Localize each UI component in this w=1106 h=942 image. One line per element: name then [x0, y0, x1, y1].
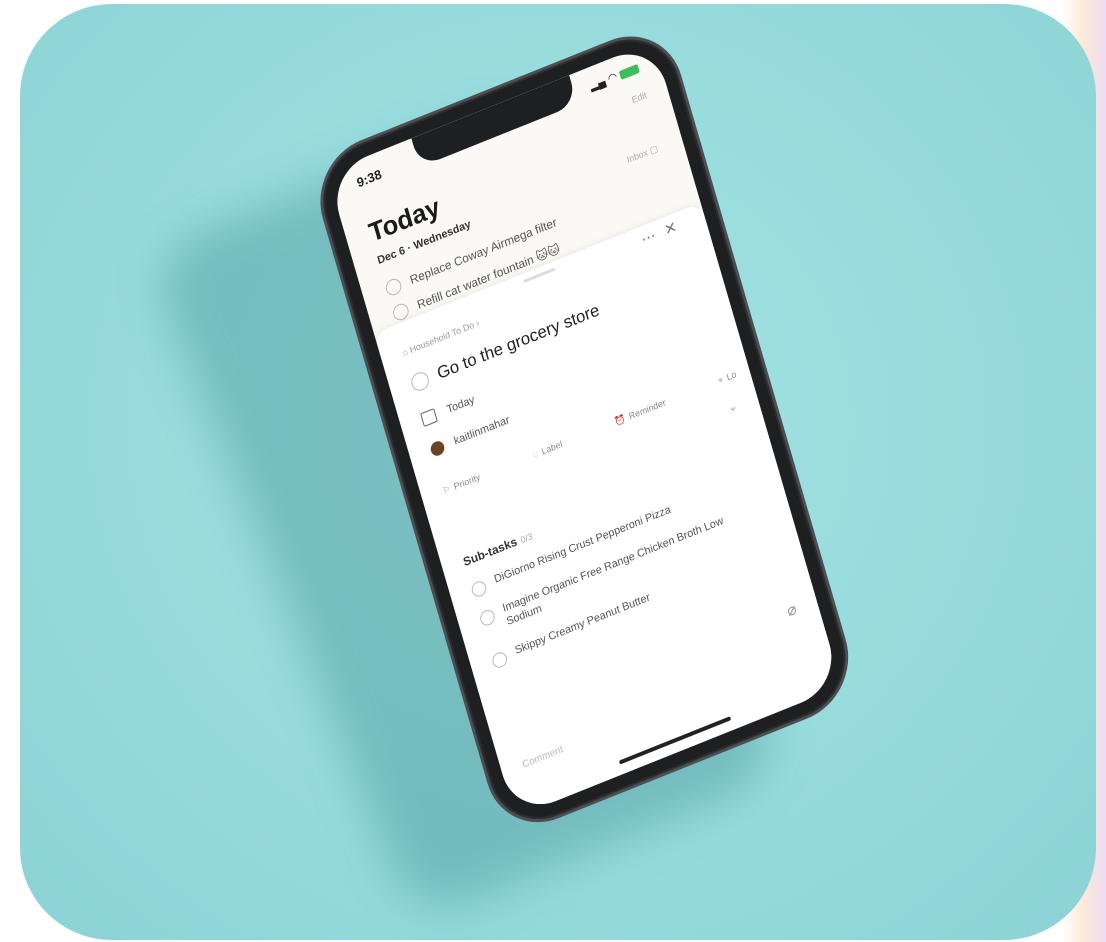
due-date-label: Today	[445, 393, 477, 417]
priority-label: Priority	[452, 471, 482, 492]
sheet-actions: ⋯✕	[639, 214, 688, 249]
label-label: Label	[540, 438, 564, 457]
edit-button[interactable]: Edit	[631, 90, 648, 105]
sheet-grabber[interactable]	[523, 267, 556, 284]
comment-input[interactable]: Comment	[521, 744, 564, 771]
chevron-right-icon: ›	[474, 317, 481, 329]
attachment-icon[interactable]: ⌀	[784, 599, 799, 622]
subtasks-label: Sub-tasks	[461, 534, 519, 570]
wifi-icon: ◠	[606, 70, 619, 86]
due-date-row[interactable]: Today	[420, 393, 477, 428]
subtask-checkbox[interactable]	[490, 649, 509, 670]
tag-icon: ◌	[531, 448, 540, 461]
flag-icon: ⚐	[441, 483, 452, 497]
subtasks-count: 0/3	[519, 531, 534, 546]
location-icon: ⌖	[716, 374, 725, 386]
priority-chip[interactable]: ⚐Priority	[441, 472, 481, 497]
subtask-checkbox[interactable]	[469, 578, 489, 599]
status-icons: ▂▄ ◠	[588, 61, 640, 93]
avatar	[429, 439, 446, 458]
task-title-text[interactable]: Go to the grocery store	[435, 300, 602, 384]
location-chip[interactable]: ⌖Lo	[717, 369, 738, 387]
project-icon: ⌂	[401, 346, 409, 358]
inbox-link[interactable]: Inbox ▢	[626, 143, 660, 166]
status-time: 9:38	[354, 166, 384, 191]
inbox-icon: ▢	[648, 143, 660, 156]
task-complete-checkbox[interactable]	[409, 369, 431, 394]
photo-background: 9:38 ▂▄ ◠ Edit Today Dec 6 · Wednesday I…	[20, 4, 1096, 940]
label-chip[interactable]: ◌Label	[532, 439, 564, 461]
alarm-icon: ⏰	[613, 413, 627, 428]
chevron-down-icon[interactable]: ⌄	[727, 399, 739, 415]
subtask-checkbox[interactable]	[478, 607, 497, 628]
close-icon[interactable]: ✕	[662, 215, 688, 240]
project-label: Household To Do	[408, 319, 476, 356]
assignee-label: kaitlinmahar	[452, 413, 511, 448]
task-checkbox[interactable]	[383, 276, 404, 298]
inbox-label: Inbox	[625, 147, 649, 166]
notch	[411, 75, 578, 168]
signal-icon: ▂▄	[588, 75, 607, 93]
calendar-icon	[420, 408, 438, 428]
battery-icon	[618, 63, 640, 80]
task-title: Go to the grocery store	[409, 300, 602, 394]
reminder-chip[interactable]: ⏰Reminder	[614, 397, 667, 428]
reminder-label: Reminder	[627, 397, 667, 422]
location-label: Lo	[725, 369, 738, 383]
